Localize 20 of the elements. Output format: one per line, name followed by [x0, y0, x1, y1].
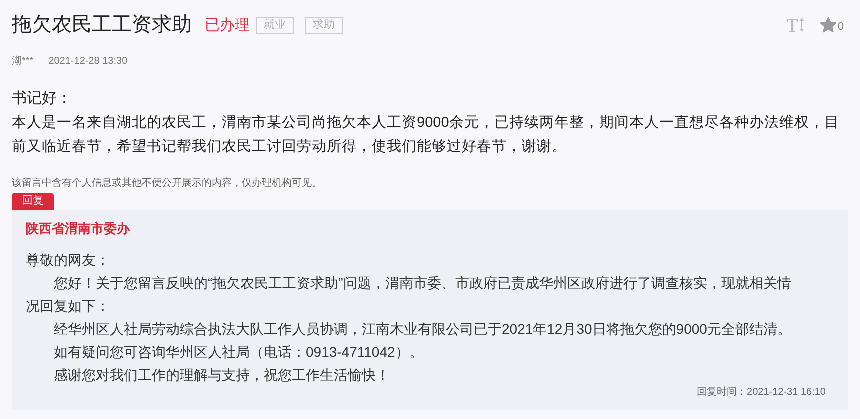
reply-salutation: 尊敬的网友：: [26, 251, 111, 270]
star-icon[interactable]: [820, 17, 837, 33]
reply-paragraph: 感谢您对我们工作的理解与支持，祝您工作生活愉快！: [53, 366, 390, 385]
message-body: 本人是一名来自湖北的农民工，渭南市某公司尚拖欠本人工资9000余元，已持续两年整，期间本人一直想尽各种办法维权，目前又临近春节，希望书记帮我们农民工讨回劳动所得，使我们能够过好春节，谢谢。: [12, 114, 840, 157]
status-label: 已办理: [205, 18, 250, 32]
post-time: 2021-12-28 13:30: [48, 57, 128, 67]
reply-paragraph: 您好！关于您留言反映的“拖欠农民工工资求助”问题，渭南市委、市政府已责成华州区政府进行了调查核实，现就相关情况回复如下：: [26, 274, 792, 316]
font-size-icon[interactable]: [786, 17, 806, 33]
author-name: 湖***: [12, 57, 34, 67]
post-title: 拖欠农民工工资求助: [12, 15, 192, 35]
tag[interactable]: 求助: [305, 16, 343, 34]
organization-name: 陕西省渭南市委办: [26, 222, 132, 235]
reply-time: 回复时间：2021-12-31 16:10: [697, 388, 826, 398]
reply-paragraph: 经华州区人社局劳动综合执法大队工作人员协调，江南木业有限公司已于2021年12月30日将拖欠您的9000元全部结清。: [53, 320, 792, 339]
favorite-count: 0: [838, 22, 844, 33]
reply-label: 回复: [12, 193, 54, 210]
tag[interactable]: 就业: [256, 16, 294, 34]
message-greeting: 书记好：: [12, 89, 73, 109]
reply-paragraph: 如有疑问您可咨询华州区人社局（电话：0913-4711042）。: [53, 343, 424, 362]
privacy-note: 该留言中含有个人信息或其他不便公开展示的内容，仅办理机构可见。: [12, 179, 323, 189]
